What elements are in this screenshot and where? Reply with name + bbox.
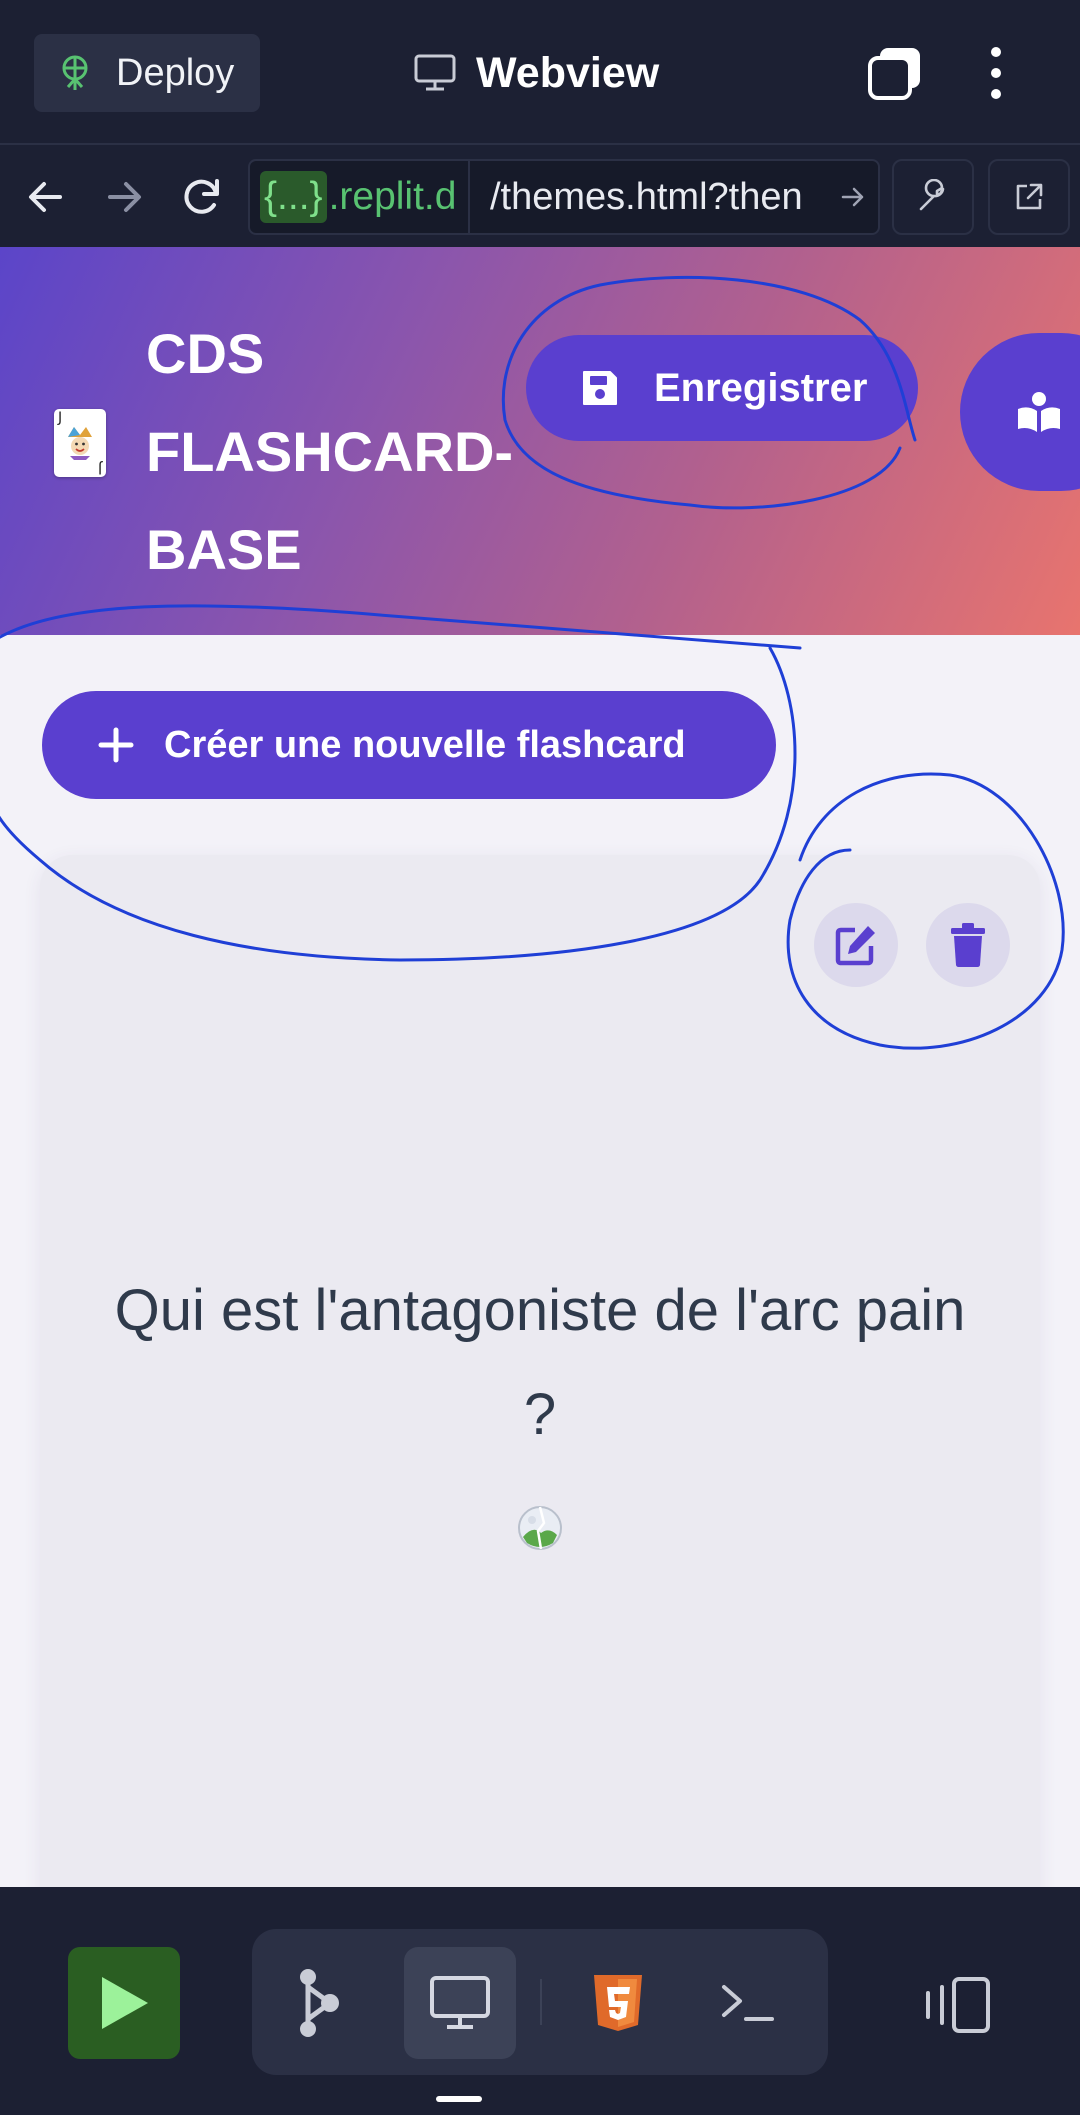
app-header: J J CDS FLASHCARD- BASE Enregistrer <box>0 247 1080 635</box>
save-button[interactable]: Enregistrer <box>526 335 918 441</box>
tool-html-file[interactable] <box>562 1947 674 2059</box>
reload-icon[interactable] <box>176 171 228 223</box>
open-new-tab-button[interactable] <box>988 159 1070 235</box>
branch-graph-icon <box>300 1969 339 2037</box>
flashcard[interactable]: Qui est l'antagoniste de l'arc pain ? <box>40 855 1040 1887</box>
replit-bottom-bar <box>0 1887 1080 2115</box>
delete-button[interactable] <box>926 903 1010 987</box>
url-field[interactable]: {...} .replit.d /themes.html?then <box>248 159 880 235</box>
tool-switcher <box>252 1929 828 2075</box>
external-link-icon <box>1016 183 1043 210</box>
terminal-icon <box>722 1985 774 2021</box>
html5-icon <box>594 1975 642 2031</box>
edit-button[interactable] <box>814 903 898 987</box>
forward-arrow-icon[interactable] <box>98 171 150 223</box>
floppy-disk-icon <box>583 371 617 405</box>
run-button[interactable] <box>68 1947 180 2059</box>
arrow-right-icon <box>841 187 864 207</box>
plus-icon <box>98 727 134 763</box>
broken-image-icon <box>518 1506 562 1550</box>
tool-divider <box>540 1979 542 2025</box>
wrench-icon <box>919 179 945 211</box>
trash-icon <box>951 923 985 967</box>
webview-title-label: Webview <box>476 48 660 97</box>
app-title-line: CDS <box>146 322 265 385</box>
webview-content: J J CDS FLASHCARD- BASE Enregistrer Crée… <box>0 247 1080 1887</box>
monitor-icon <box>430 1976 490 2029</box>
monitor-icon <box>414 54 456 91</box>
joker-card-icon: J J <box>54 409 106 477</box>
device-toggle-icon[interactable] <box>920 1975 992 2035</box>
kebab-icon[interactable] <box>982 44 1010 102</box>
app-title: CDS FLASHCARD- BASE <box>146 305 546 599</box>
reader-icon <box>1018 392 1060 432</box>
study-mode-button[interactable] <box>960 333 1080 491</box>
tool-git[interactable] <box>262 1947 374 2059</box>
create-flashcard-label: Créer une nouvelle flashcard <box>164 723 686 766</box>
url-host-braces: {...} <box>260 171 327 223</box>
tool-webview[interactable] <box>404 1947 516 2059</box>
webview-tab-title[interactable]: Webview <box>414 40 659 106</box>
app-title-line: FLASHCARD- <box>146 420 514 483</box>
replit-top-bar: Deploy Webview <box>0 0 1080 145</box>
save-button-label: Enregistrer <box>654 365 868 410</box>
tabs-icon[interactable] <box>866 44 924 102</box>
url-go-button[interactable] <box>828 184 878 210</box>
url-bar: {...} .replit.d /themes.html?then <box>0 147 1080 247</box>
flashcard-question: Qui est l'antagoniste de l'arc pain ? <box>114 1278 966 1447</box>
app-title-line: BASE <box>146 518 302 581</box>
url-host: {...} .replit.d <box>250 161 470 233</box>
deploy-button[interactable]: Deploy <box>34 34 260 112</box>
deploy-icon <box>62 55 88 90</box>
url-path[interactable]: /themes.html?then <box>470 176 828 219</box>
home-indicator <box>436 2096 482 2102</box>
create-flashcard-button[interactable]: Créer une nouvelle flashcard <box>42 691 776 799</box>
back-arrow-icon[interactable] <box>20 171 72 223</box>
devtools-button[interactable] <box>892 159 974 235</box>
tool-shell[interactable] <box>692 1947 804 2059</box>
deploy-label: Deploy <box>116 51 235 94</box>
play-icon <box>102 1977 148 2029</box>
edit-icon <box>835 926 875 966</box>
url-host-domain: .replit.d <box>328 175 457 218</box>
